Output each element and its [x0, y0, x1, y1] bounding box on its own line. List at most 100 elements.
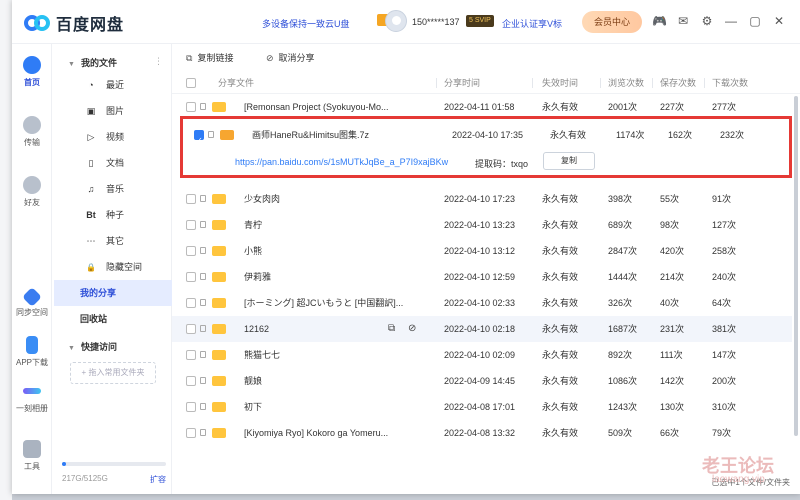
table-row[interactable]: 熊猫七七 2022-04-10 02:09 永久有效 892次 111次 147次 — [172, 342, 792, 368]
row-checkbox[interactable] — [186, 194, 196, 204]
table-row[interactable]: 靓娘 2022-04-09 14:45 永久有效 1086次 142次 200次 — [172, 368, 792, 394]
sidebar-item-recent[interactable]: ◔ 最近 — [54, 72, 172, 98]
mail-icon[interactable]: ✉ — [676, 14, 690, 28]
col-expire[interactable]: 失效时间 — [542, 72, 578, 94]
copy-button[interactable]: 复制 — [543, 152, 595, 170]
table-row[interactable]: 12162 2022-04-10 02:18 永久有效 1687次 231次 381次 ⧉ ⊘ — [172, 316, 792, 342]
col-views[interactable]: 浏览次数 — [608, 72, 644, 94]
file-name[interactable]: 熊猫七七 — [244, 342, 280, 368]
scrollbar[interactable] — [794, 96, 798, 436]
sidebar-item-recycle[interactable]: 回收站 — [54, 306, 172, 332]
file-name[interactable]: 青柠 — [244, 212, 262, 238]
sidebar-item-my-share[interactable]: 我的分享 — [54, 280, 172, 306]
music-icon: ♫ — [87, 184, 95, 194]
col-saves[interactable]: 保存次数 — [660, 72, 696, 94]
table-row[interactable]: 伊莉雅 2022-04-10 12:59 永久有效 1444次 214次 240次 — [172, 264, 792, 290]
member-center-button[interactable]: 会员中心 — [582, 11, 642, 33]
sidebar-item-other[interactable]: ⋯ 其它 — [54, 228, 172, 254]
username[interactable]: 150*****137 — [412, 17, 460, 27]
table-row-selected[interactable]: 画师HaneRu&Himitsu图集.7z 2022-04-10 17:35 永… — [180, 122, 800, 154]
col-downloads[interactable]: 下载次数 — [712, 72, 748, 94]
save-count: 111次 — [660, 350, 683, 360]
table-row[interactable]: [Kiyomiya Ryo] Kokoro ga Yomeru... 2022-0… — [172, 420, 792, 446]
row-checkbox[interactable] — [186, 350, 196, 360]
nav-tools[interactable]: 工具 — [12, 440, 52, 472]
row-checkbox[interactable] — [186, 298, 196, 308]
save-count: 142次 — [660, 376, 685, 386]
settings-icon[interactable]: ⚙ — [700, 14, 714, 28]
row-checkbox[interactable] — [186, 220, 196, 230]
nav-app-download[interactable]: APP下载 — [12, 336, 52, 368]
view-count: 326次 — [608, 298, 633, 308]
add-common-folder-dropzone[interactable]: + 拖入常用文件夹 — [70, 362, 156, 384]
file-name[interactable]: 靓娘 — [244, 368, 262, 394]
sidebar-item-music[interactable]: ♫ 音乐 — [54, 176, 172, 202]
view-count: 1086次 — [608, 376, 638, 386]
sidebar-item-label: 最近 — [106, 80, 125, 90]
share-time: 2022-04-10 12:59 — [444, 272, 516, 282]
cancel-share-button[interactable]: ⊘ 取消分享 — [266, 51, 315, 64]
share-time: 2022-04-10 02:33 — [444, 298, 516, 308]
file-name[interactable]: [ホーミング] 超JCいもうと [中国翻訳]... — [244, 290, 403, 316]
sidebar-item-docs[interactable]: ▯ 文档 — [54, 150, 172, 176]
caret-down-icon: ▼ — [68, 345, 75, 352]
quick-access-header[interactable]: ▼ 快捷访问 — [68, 340, 117, 353]
select-all-checkbox[interactable] — [186, 78, 196, 88]
copy-link-button[interactable]: ⧉ 复制链接 — [186, 51, 233, 64]
nav-transfer-label: 传输 — [24, 138, 40, 147]
close-icon[interactable]: ✕ — [772, 14, 786, 28]
nav-photo-album[interactable]: 一刻相册 — [12, 382, 52, 414]
avatar[interactable] — [385, 10, 407, 32]
file-name[interactable]: 初下 — [244, 394, 262, 420]
table-row[interactable]: 青柠 2022-04-10 13:23 永久有效 689次 98次 127次 — [172, 212, 792, 238]
folder-icon — [212, 402, 226, 412]
share-time: 2022-04-10 17:23 — [444, 194, 516, 204]
nav-transfer[interactable]: 传输 — [12, 116, 52, 148]
nav-home[interactable]: 首页 — [12, 56, 52, 88]
view-count: 892次 — [608, 350, 633, 360]
row-checkbox[interactable] — [186, 246, 196, 256]
sidebar-item-label: 图片 — [106, 106, 125, 116]
game-icon[interactable]: 🎮 — [652, 14, 667, 28]
nav-friends[interactable]: 好友 — [12, 176, 52, 208]
lock-icon — [200, 273, 206, 280]
document-icon: ▯ — [88, 158, 94, 168]
nav-sync-space[interactable]: 同步空间 — [12, 287, 52, 318]
file-name[interactable]: 伊莉雅 — [244, 264, 271, 290]
promo-link[interactable]: 多设备保持一致云U盘 — [262, 17, 350, 30]
enterprise-verify-link[interactable]: 企业认证享V标 — [502, 17, 562, 30]
col-time[interactable]: 分享时间 — [444, 72, 480, 94]
expand-storage-link[interactable]: 扩容 — [150, 474, 166, 485]
sidebar-item-video[interactable]: ▷ 视频 — [54, 124, 172, 150]
nav-home-label: 首页 — [24, 78, 40, 87]
maximize-icon[interactable]: ▢ — [748, 14, 762, 28]
row-copy-link-icon[interactable]: ⧉ — [388, 316, 395, 342]
table-row[interactable]: [ホーミング] 超JCいもうと [中国翻訳]... 2022-04-10 02:3… — [172, 290, 792, 316]
file-name[interactable]: [Kiyomiya Ryo] Kokoro ga Yomeru... — [244, 420, 388, 446]
row-checkbox[interactable] — [186, 324, 196, 334]
row-checkbox[interactable] — [186, 376, 196, 386]
share-time: 2022-04-08 17:01 — [444, 402, 516, 412]
row-checkbox[interactable] — [186, 272, 196, 282]
my-files-header[interactable]: ▼ 我的文件 — [68, 56, 117, 69]
row-cancel-share-icon[interactable]: ⊘ — [408, 316, 416, 342]
sidebar-item-hidden-space[interactable]: 🔒 隐藏空间 — [54, 254, 172, 280]
view-count: 509次 — [608, 428, 633, 438]
file-name[interactable]: 画师HaneRu&Himitsu图集.7z — [252, 122, 369, 148]
row-checkbox-checked[interactable] — [194, 128, 204, 154]
minimize-icon[interactable]: — — [724, 14, 738, 28]
col-name[interactable]: 分享文件 — [218, 72, 254, 94]
sidebar-item-torrent[interactable]: Bt 种子 — [54, 202, 172, 228]
file-name[interactable]: 12162 — [244, 316, 269, 342]
file-name[interactable]: 小熊 — [244, 238, 262, 264]
share-link[interactable]: https://pan.baidu.com/s/1sMUTkJqBe_a_P7I… — [235, 157, 448, 167]
row-checkbox[interactable] — [186, 428, 196, 438]
file-name[interactable]: 少女肉肉 — [244, 186, 280, 212]
sidebar-item-images[interactable]: ▣ 图片 — [54, 98, 172, 124]
row-checkbox[interactable] — [186, 102, 196, 112]
table-row[interactable]: 少女肉肉 2022-04-10 17:23 永久有效 398次 55次 91次 — [172, 186, 792, 212]
table-row[interactable]: 初下 2022-04-08 17:01 永久有效 1243次 130次 310次 — [172, 394, 792, 420]
row-checkbox[interactable] — [186, 402, 196, 412]
table-row[interactable]: 小熊 2022-04-10 13:12 永久有效 2847次 420次 258次 — [172, 238, 792, 264]
more-dots-icon[interactable]: ⋮ — [154, 56, 163, 67]
